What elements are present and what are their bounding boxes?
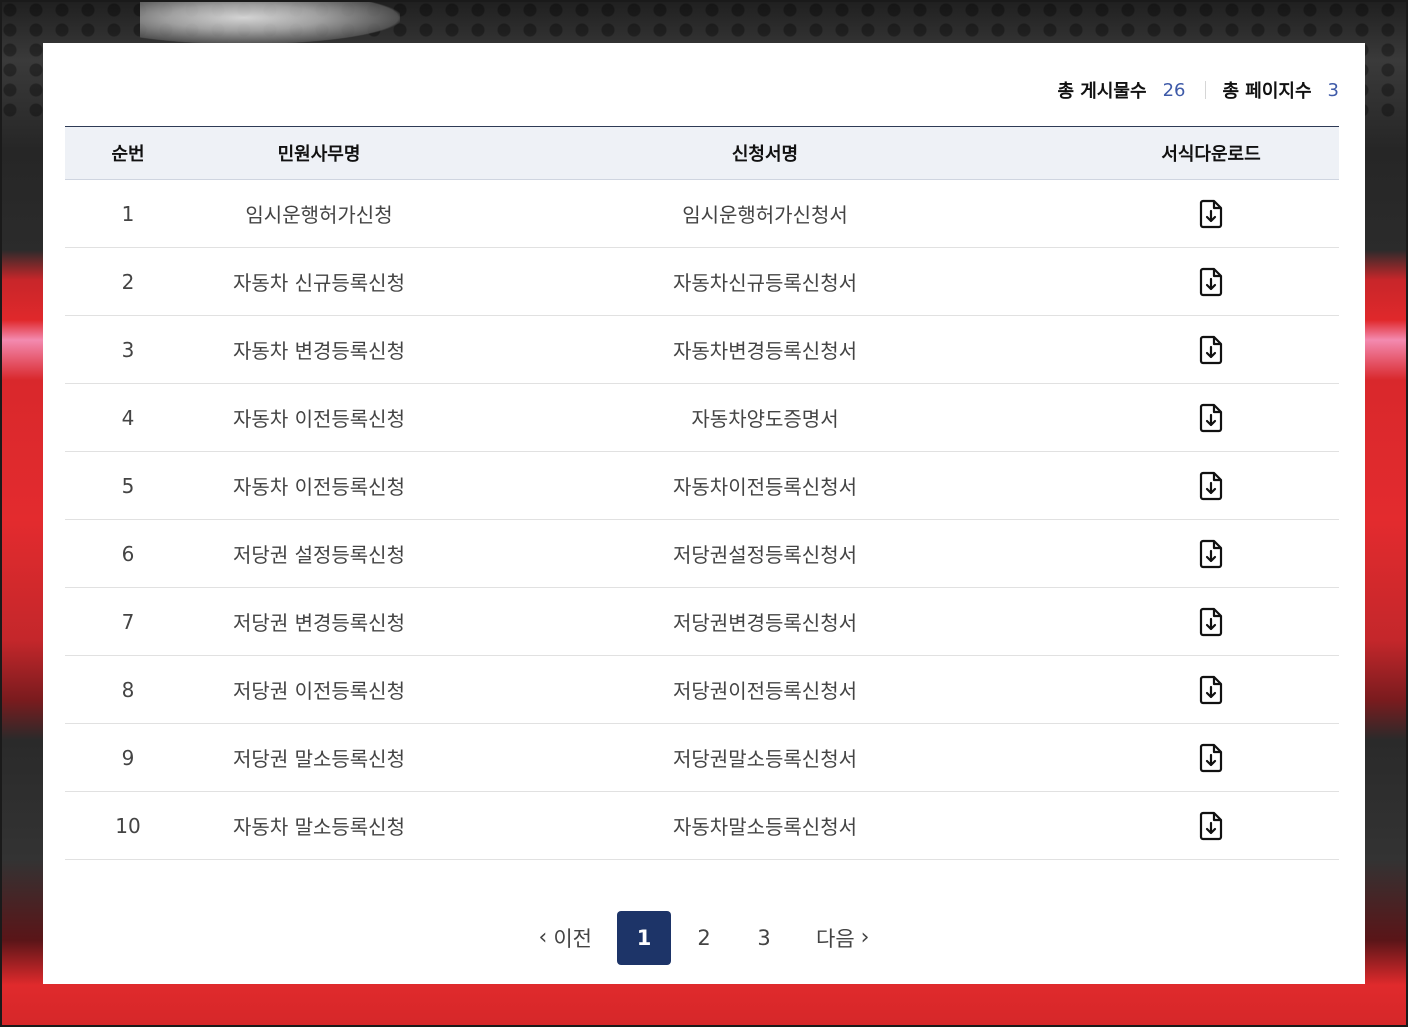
row-download-cell: [1083, 723, 1339, 792]
chevron-right-icon: ›: [860, 925, 870, 950]
form-download-panel: 총 게시물수 26 총 페이지수 3 순번 민원사무명 신청서명 서식다운로드 …: [43, 43, 1365, 984]
next-page-button[interactable]: 다음 ›: [816, 923, 869, 953]
row-number: 6: [65, 519, 191, 588]
row-number: 9: [65, 723, 191, 792]
row-form-name: 임시운행허가신청서: [447, 179, 1083, 248]
page-button-1[interactable]: 1: [617, 911, 671, 965]
file-download-icon[interactable]: [1198, 335, 1224, 365]
total-pages-label: 총 페이지수: [1222, 81, 1312, 102]
table-row: 8 저당권 이전등록신청 저당권이전등록신청서: [65, 655, 1339, 724]
row-number: 2: [65, 247, 191, 316]
header-task: 민원사무명: [191, 126, 447, 180]
summary-divider: [1205, 81, 1207, 99]
pagination: ‹ 이전 1 2 3 다음 ›: [43, 911, 1365, 965]
file-download-icon[interactable]: [1198, 607, 1224, 637]
table-row: 2 자동차 신규등록신청 자동차신규등록신청서: [65, 247, 1339, 316]
background-emblem: [140, 0, 400, 44]
file-download-icon[interactable]: [1198, 471, 1224, 501]
file-download-icon[interactable]: [1198, 267, 1224, 297]
row-form-name: 자동차양도증명서: [447, 383, 1083, 452]
total-pages-count: 3: [1327, 79, 1339, 101]
row-number: 4: [65, 383, 191, 452]
row-download-cell: [1083, 179, 1339, 248]
file-download-icon[interactable]: [1198, 743, 1224, 773]
table-row: 1 임시운행허가신청 임시운행허가신청서: [65, 179, 1339, 248]
row-number: 1: [65, 179, 191, 248]
row-form-name: 자동차신규등록신청서: [447, 247, 1083, 316]
row-form-name: 저당권설정등록신청서: [447, 519, 1083, 588]
row-task-name: 저당권 설정등록신청: [191, 519, 447, 588]
prev-page-button[interactable]: ‹ 이전: [539, 923, 592, 953]
next-page-label: 다음: [816, 927, 855, 951]
row-number: 10: [65, 791, 191, 860]
prev-page-label: 이전: [553, 927, 592, 951]
total-posts-label: 총 게시물수: [1057, 81, 1147, 102]
total-posts-count: 26: [1162, 79, 1186, 101]
row-task-name: 자동차 이전등록신청: [191, 451, 447, 520]
row-download-cell: [1083, 315, 1339, 384]
row-number: 5: [65, 451, 191, 520]
row-task-name: 저당권 말소등록신청: [191, 723, 447, 792]
row-task-name: 자동차 말소등록신청: [191, 791, 447, 860]
row-task-name: 임시운행허가신청: [191, 179, 447, 248]
table-row: 3 자동차 변경등록신청 자동차변경등록신청서: [65, 315, 1339, 384]
row-task-name: 자동차 신규등록신청: [191, 247, 447, 316]
table-row: 10 자동차 말소등록신청 자동차말소등록신청서: [65, 791, 1339, 860]
row-download-cell: [1083, 519, 1339, 588]
row-task-name: 자동차 이전등록신청: [191, 383, 447, 452]
row-form-name: 저당권이전등록신청서: [447, 655, 1083, 724]
table-row: 7 저당권 변경등록신청 저당권변경등록신청서: [65, 587, 1339, 656]
file-download-icon[interactable]: [1198, 811, 1224, 841]
row-task-name: 자동차 변경등록신청: [191, 315, 447, 384]
row-download-cell: [1083, 383, 1339, 452]
file-download-icon[interactable]: [1198, 403, 1224, 433]
chevron-left-icon: ‹: [538, 925, 548, 950]
row-number: 8: [65, 655, 191, 724]
row-task-name: 저당권 변경등록신청: [191, 587, 447, 656]
row-download-cell: [1083, 451, 1339, 520]
header-download: 서식다운로드: [1083, 126, 1339, 180]
row-form-name: 자동차변경등록신청서: [447, 315, 1083, 384]
row-number: 7: [65, 587, 191, 656]
row-download-cell: [1083, 791, 1339, 860]
row-download-cell: [1083, 655, 1339, 724]
table-row: 6 저당권 설정등록신청 저당권설정등록신청서: [65, 519, 1339, 588]
row-number: 3: [65, 315, 191, 384]
row-form-name: 자동차말소등록신청서: [447, 791, 1083, 860]
file-download-icon[interactable]: [1198, 675, 1224, 705]
row-download-cell: [1083, 587, 1339, 656]
board-summary: 총 게시물수 26 총 페이지수 3: [1057, 77, 1339, 103]
row-form-name: 저당권말소등록신청서: [447, 723, 1083, 792]
page-button-2[interactable]: 2: [677, 911, 731, 965]
form-table: 순번 민원사무명 신청서명 서식다운로드 1 임시운행허가신청 임시운행허가신청서 2…: [65, 126, 1339, 860]
table-header-row: 순번 민원사무명 신청서명 서식다운로드: [65, 126, 1339, 180]
row-task-name: 저당권 이전등록신청: [191, 655, 447, 724]
file-download-icon[interactable]: [1198, 539, 1224, 569]
header-form: 신청서명: [447, 126, 1083, 180]
row-form-name: 자동차이전등록신청서: [447, 451, 1083, 520]
page-button-3[interactable]: 3: [737, 911, 791, 965]
table-row: 4 자동차 이전등록신청 자동차양도증명서: [65, 383, 1339, 452]
file-download-icon[interactable]: [1198, 199, 1224, 229]
header-no: 순번: [65, 126, 191, 180]
table-row: 9 저당권 말소등록신청 저당권말소등록신청서: [65, 723, 1339, 792]
table-row: 5 자동차 이전등록신청 자동차이전등록신청서: [65, 451, 1339, 520]
row-download-cell: [1083, 247, 1339, 316]
row-form-name: 저당권변경등록신청서: [447, 587, 1083, 656]
